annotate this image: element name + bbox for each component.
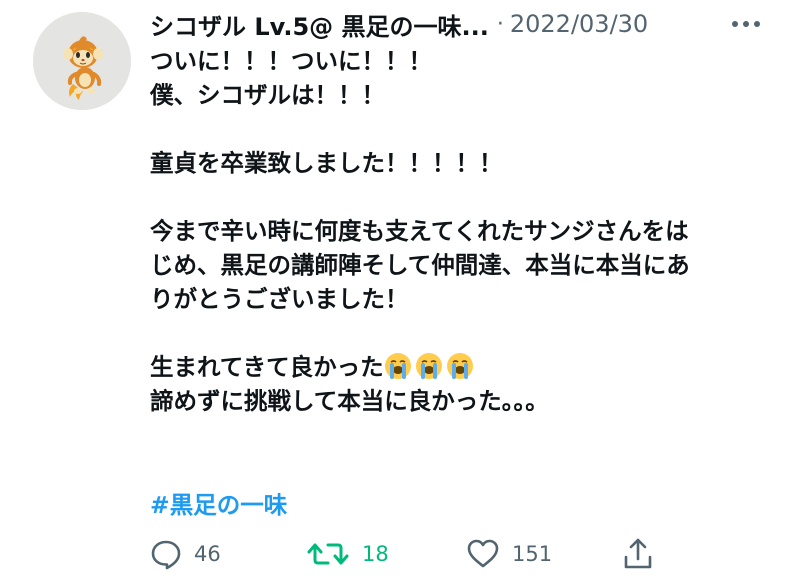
tweet-date[interactable]: 2022/03/30 [510, 10, 648, 38]
more-options-button[interactable] [728, 12, 764, 36]
like-count: 151 [512, 542, 553, 566]
tweet-line: りがとうございました！ [150, 285, 409, 313]
tweet-text: ついに！！！ついに！！！ 僕、シコザルは！！！ 童貞を卒業致しました！！！！！ … [150, 44, 790, 418]
tweet-line: じめ、黒足の講師陣そして仲間達、本当に本当にあ [150, 251, 690, 279]
header-separator: · [496, 11, 504, 37]
tweet-header: シコザル Lv.5@ 黒足の一味... · 2022/03/30 [150, 4, 648, 44]
retweet-count: 18 [362, 542, 389, 566]
tweet-line: 諦めずに挑戦して本当に良かった。。。 [150, 387, 549, 415]
tweet-line: 生まれてきて良かった [150, 353, 384, 381]
retweet-button[interactable]: 18 [306, 534, 389, 574]
retweet-icon [307, 543, 349, 565]
avatar[interactable] [33, 12, 131, 110]
tweet-line-with-emoji: 生まれてきて良かった [150, 350, 790, 384]
loudly-crying-face-emoji-icon [446, 353, 473, 379]
tweet-line: 僕、シコザルは！！！ [150, 81, 385, 109]
like-button[interactable]: 151 [466, 534, 552, 574]
display-name[interactable]: シコザル Lv.5@ 黒足の一味... [150, 7, 489, 42]
tweet[interactable]: シコザル Lv.5@ 黒足の一味... · 2022/03/30 ついに！！！つ… [0, 0, 800, 580]
tweet-line: 今まで辛い時に何度も支えてくれたサンジさんをは [150, 217, 689, 245]
share-button[interactable] [622, 534, 654, 574]
tweet-line: ついに！！！ついに！！！ [150, 47, 432, 75]
heart-icon [467, 539, 499, 568]
loudly-crying-face-emoji-icon [384, 353, 411, 379]
tweet-line: 童貞を卒業致しました！！！！！ [150, 149, 503, 177]
chimchar-avatar-image [33, 12, 131, 110]
share-icon [624, 538, 652, 569]
reply-bubble-icon [151, 540, 181, 570]
more-dots-icon [732, 21, 760, 27]
reply-count: 46 [194, 542, 221, 566]
action-bar: 46 18 151 [0, 534, 800, 574]
hashtag-link[interactable]: #黒足の一味 [150, 486, 287, 520]
loudly-crying-face-emoji-icon [415, 353, 442, 379]
reply-button[interactable]: 46 [150, 534, 221, 574]
